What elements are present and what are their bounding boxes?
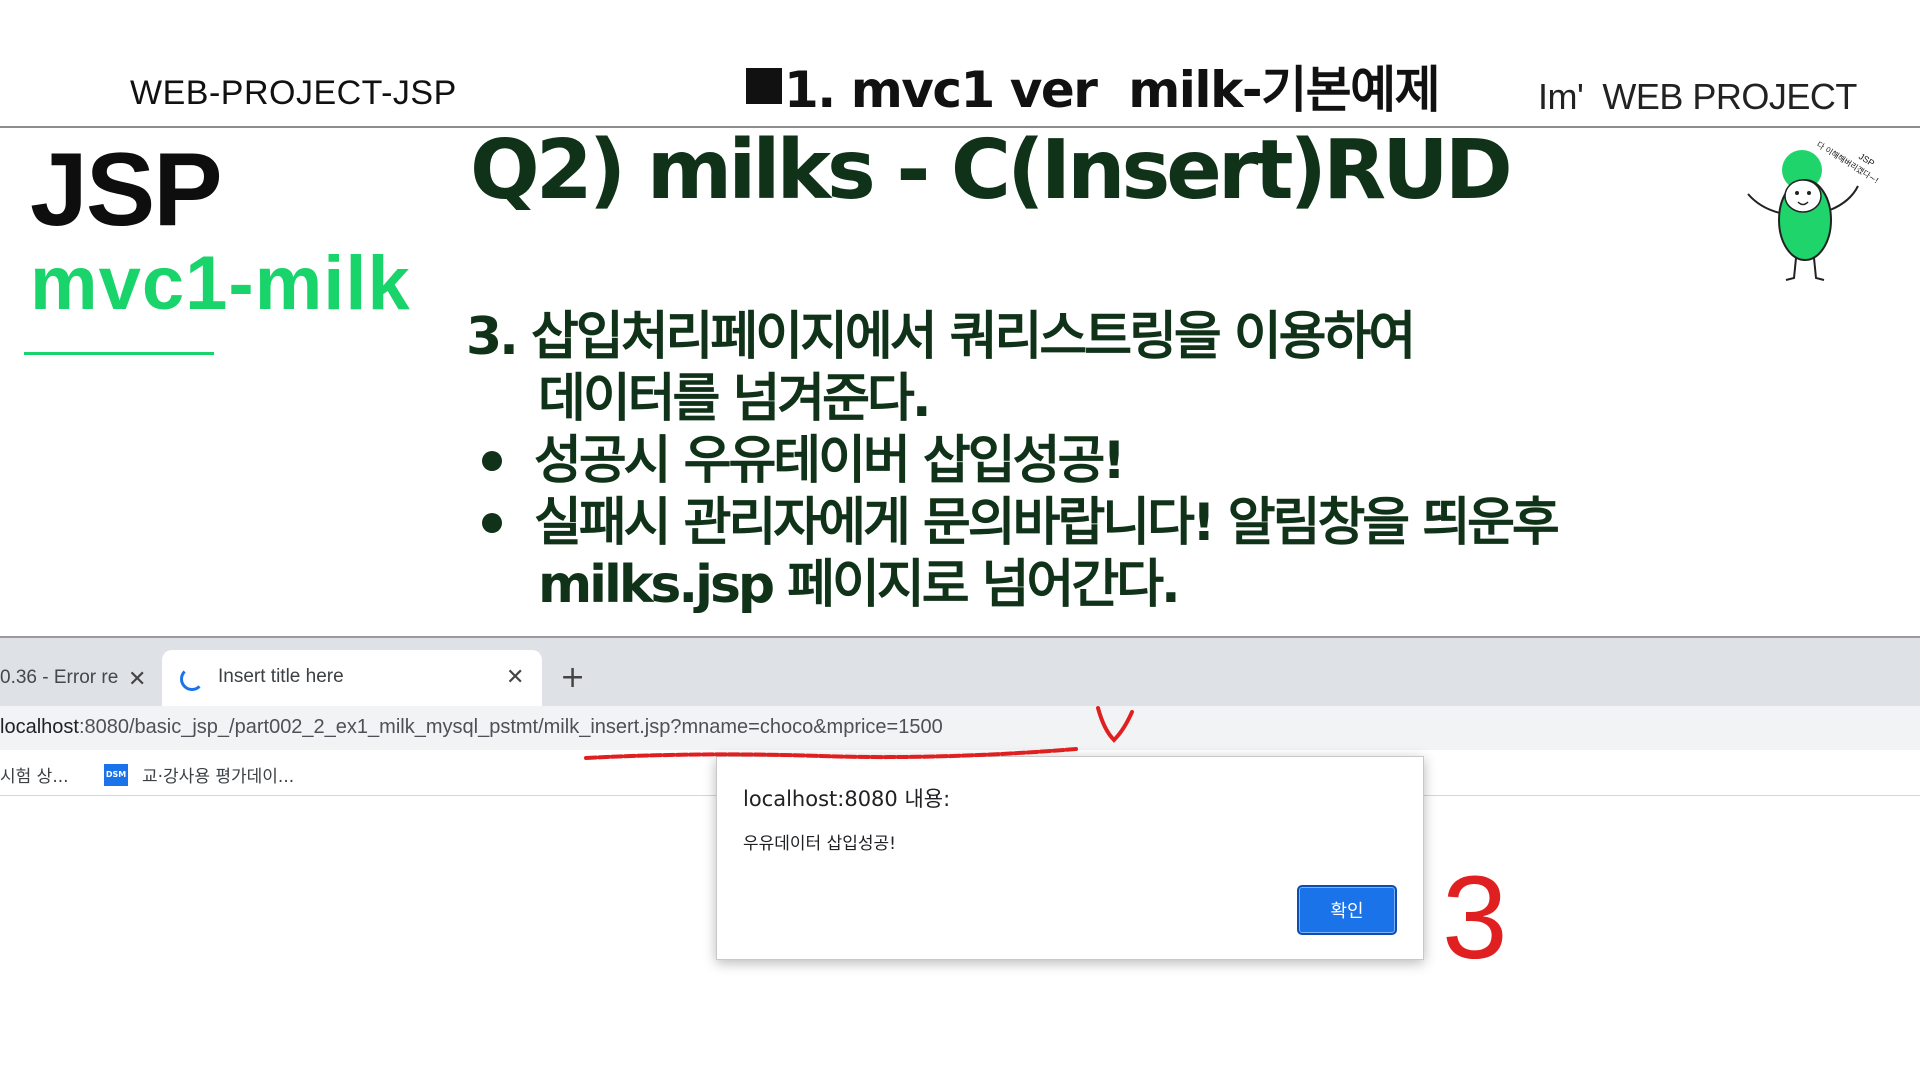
address-bar[interactable]: localhost:8080/basic_jsp_/part002_2_ex1_… <box>0 706 1920 750</box>
question-title: Q2) milks - C(Insert)RUD <box>470 123 1513 218</box>
bullet-text-failure: 실패시 관리자에게 문의바랍니다! 알림창을 띄운후 <box>534 493 1560 553</box>
step-line-2: 데이터를 넘겨준다. <box>538 369 932 429</box>
dialog-title: localhost:8080 내용: <box>743 787 951 811</box>
bullet-text-success: 성공시 우유테이버 삽입성공! <box>534 431 1126 491</box>
tab-bar: 0.36 - Error re ✕ Insert title here ✕ + <box>0 638 1920 706</box>
tab-error-title: 0.36 - Error re <box>0 667 119 688</box>
bookmark-label: 시험 상... <box>0 767 69 787</box>
bookmark-item-exam[interactable]: 시험 상... <box>0 762 69 787</box>
header-left-label: WEB-PROJECT-JSP <box>130 74 457 112</box>
bookmark-item-eval[interactable]: DSM 교·강사용 평가데이... <box>104 762 294 787</box>
bullet-item-failure: 실패시 관리자에게 문의바랍니다! 알림창을 띄운후 <box>466 492 1560 554</box>
sidebar-title: JSP <box>30 132 223 248</box>
close-icon[interactable]: ✕ <box>128 666 146 692</box>
bullet-dot-icon <box>482 513 502 533</box>
loading-spinner-icon <box>180 667 204 691</box>
mascot-character-icon: JSP 다 이해해버리겠다~! <box>1747 139 1881 281</box>
alert-dialog: localhost:8080 내용: 우유데이터 삽입성공! 확인 <box>716 756 1424 960</box>
bullet-failure-continuation: milks.jsp 페이지로 넘어간다. <box>538 555 1181 615</box>
square-bullet-icon <box>746 68 782 104</box>
ok-button[interactable]: 확인 <box>1297 885 1397 935</box>
url-path: :8080/basic_jsp_/part002_2_ex1_milk_mysq… <box>78 716 943 738</box>
green-divider <box>24 352 214 355</box>
header-right-label: Im' WEB PROJECT <box>1538 76 1857 117</box>
close-icon[interactable]: ✕ <box>506 664 524 690</box>
tab-error[interactable]: 0.36 - Error re ✕ <box>0 650 156 706</box>
slide-header: WEB-PROJECT-JSP 1. mvc1 ver milk-기본예제 Im… <box>0 0 1920 128</box>
dsm-favicon-icon: DSM <box>104 763 128 786</box>
header-center-title: 1. mvc1 ver milk-기본예제 <box>746 50 1441 122</box>
bullet-item-success: 성공시 우유테이버 삽입성공! <box>466 430 1557 492</box>
step-description: 3. 삽입처리페이지에서 쿼리스트링을 이용하여 데이터를 넘겨준다. 성공시 … <box>466 306 1560 616</box>
url-host: localhost <box>0 716 79 738</box>
sidebar-subtitle: mvc1-milk <box>30 241 411 326</box>
header-center-text: 1. mvc1 ver milk-기본예제 <box>784 61 1441 119</box>
step-line-1: 3. 삽입처리페이지에서 쿼리스트링을 이용하여 <box>466 307 1416 367</box>
url-field[interactable]: localhost:8080/basic_jsp_/part002_2_ex1_… <box>0 716 943 739</box>
dialog-message: 우유데이터 삽입성공! <box>743 834 896 854</box>
tab-insert-title-label: Insert title here <box>218 666 344 687</box>
bookmark-label: 교·강사용 평가데이... <box>142 767 295 787</box>
bullet-dot-icon <box>482 451 502 471</box>
new-tab-button[interactable]: + <box>560 660 585 695</box>
browser-screenshot: 0.36 - Error re ✕ Insert title here ✕ + … <box>0 636 1920 1080</box>
tab-insert-title[interactable]: Insert title here ✕ <box>162 650 542 706</box>
